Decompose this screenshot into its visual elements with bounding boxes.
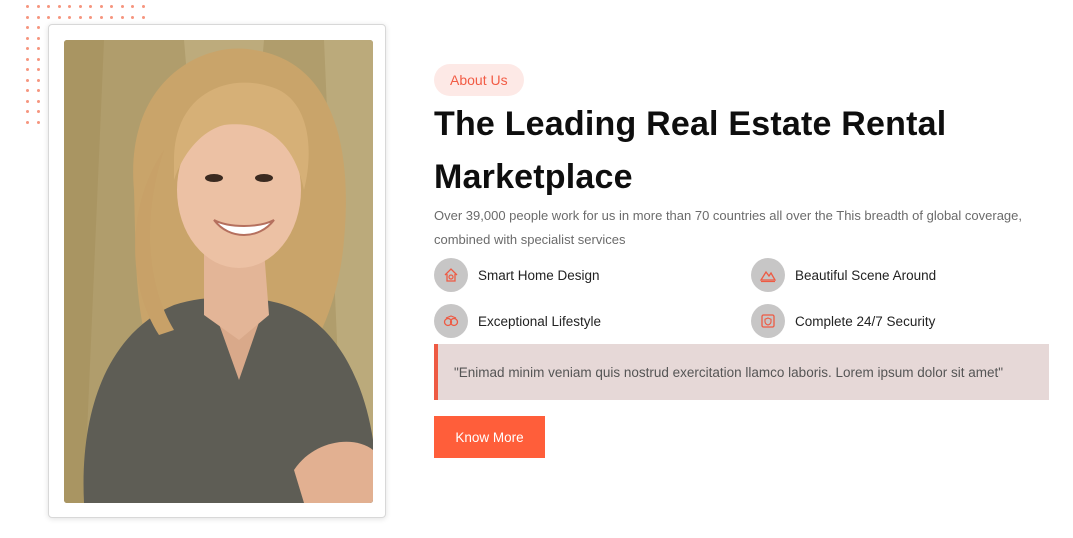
woman-portrait-illustration [64,40,373,503]
title-line-2: Marketplace [434,158,633,196]
portrait-photo [64,40,373,503]
feature-complete-security: Complete 24/7 Security [751,304,935,338]
testimonial-quote: "Enimad minim veniam quis nostrud exerci… [434,344,1049,400]
decorative-dot [120,5,124,8]
decorative-dot [36,68,40,71]
decorative-dot [47,15,50,19]
feature-exceptional-lifestyle: Exceptional Lifestyle [434,304,601,338]
decorative-dot [99,5,103,8]
decorative-dot [26,68,29,71]
decorative-dot [36,47,40,50]
decorative-dot [110,5,113,8]
decorative-dot [36,57,40,61]
decorative-dot [78,15,82,19]
decorative-dot [131,5,134,8]
decorative-dot [26,120,29,124]
page-title: The Leading Real Estate Rental Marketpla… [434,98,1034,204]
decorative-dot [36,99,40,103]
decorative-dot [36,5,40,8]
decorative-dot [26,57,29,61]
decorative-dot [120,15,124,19]
know-more-button[interactable]: Know More [434,416,545,458]
photo-frame [48,24,386,518]
description-line-1: Over 39,000 people work for us in more t… [434,208,1022,223]
smart-home-icon [434,258,468,292]
feature-label: Beautiful Scene Around [795,267,937,283]
decorative-dot [26,5,29,8]
decorative-dot [26,78,29,82]
decorative-dot [26,99,29,103]
decorative-dot [57,5,61,8]
decorative-dot [36,36,40,40]
feature-label: Exceptional Lifestyle [478,313,602,329]
decorative-dot [110,15,113,19]
lifestyle-icon [434,304,468,338]
decorative-dot [26,26,29,29]
decorative-dot [47,5,50,8]
feature-label: Complete 24/7 Security [795,313,936,329]
decorative-dot [36,15,40,19]
decorative-dot [89,15,92,19]
decorative-dot [99,15,103,19]
about-description: Over 39,000 people work for us in more t… [434,204,1034,252]
decorative-dot [26,47,29,50]
decorative-dot [26,36,29,40]
decorative-dot [131,15,134,19]
scene-icon [751,258,785,292]
title-line-1: The Leading Real Estate Rental [434,105,947,143]
decorative-dot [26,89,29,92]
decorative-dot [36,110,40,113]
security-icon [751,304,785,338]
decorative-dot [68,5,71,8]
feature-label: Smart Home Design [478,267,600,283]
decorative-dot [89,5,92,8]
decorative-dot [68,15,71,19]
decorative-dot [36,26,40,29]
decorative-dot [78,5,82,8]
decorative-dot [36,120,40,124]
description-line-2: combined with specialist services [434,232,626,247]
feature-beautiful-scene: Beautiful Scene Around [751,258,936,292]
decorative-dot [57,15,61,19]
decorative-dot [26,15,29,19]
feature-smart-home-design: Smart Home Design [434,258,600,292]
decorative-dot [36,89,40,92]
about-us-badge: About Us [434,64,524,96]
decorative-dot [141,5,145,8]
decorative-dot [141,15,145,19]
decorative-dot [36,78,40,82]
decorative-dot [26,110,29,113]
